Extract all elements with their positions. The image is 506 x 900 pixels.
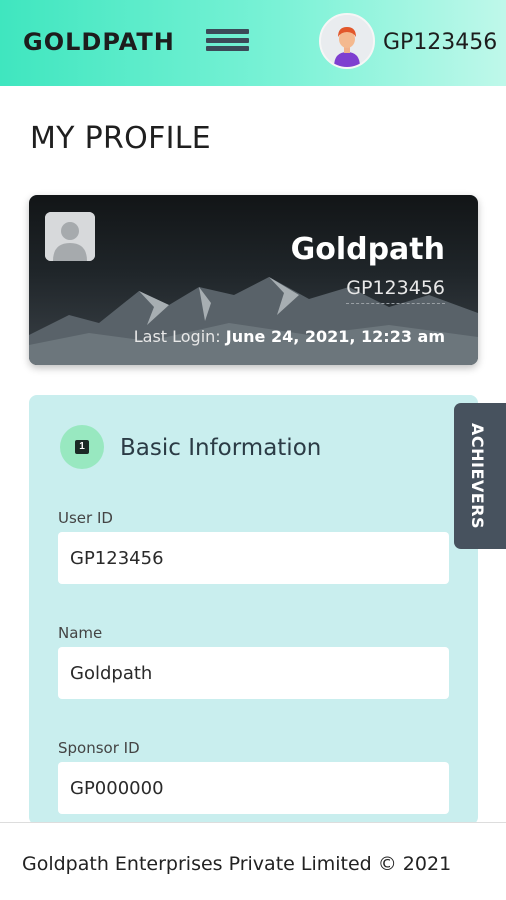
last-login: Last Login: June 24, 2021, 12:23 am: [134, 327, 445, 346]
footer: Goldpath Enterprises Private Limited © 2…: [0, 822, 506, 900]
name-field[interactable]: Goldpath: [58, 647, 449, 699]
user-id-field[interactable]: GP123456: [58, 532, 449, 584]
footer-copyright: Goldpath Enterprises Private Limited © 2…: [22, 853, 452, 875]
page-title: MY PROFILE: [30, 121, 212, 156]
profile-avatar-icon: [45, 212, 95, 261]
section-title: Basic Information: [120, 435, 322, 461]
menu-icon[interactable]: [206, 29, 249, 57]
profile-user-id: GP123456: [346, 277, 445, 304]
top-bar: GOLDPATH GP123456: [0, 0, 506, 86]
user-code[interactable]: GP123456: [383, 30, 497, 55]
last-login-value: June 24, 2021, 12:23 am: [225, 327, 445, 346]
user-avatar[interactable]: [319, 13, 375, 69]
brand-logo-text[interactable]: GOLDPATH: [23, 28, 175, 56]
step-number: 1: [75, 440, 89, 454]
last-login-label: Last Login:: [133, 327, 221, 346]
profile-name: Goldpath: [290, 232, 445, 267]
name-label: Name: [58, 624, 103, 642]
sponsor-id-field[interactable]: GP000000: [58, 762, 449, 814]
user-id-label: User ID: [58, 509, 113, 527]
achievers-tab[interactable]: ACHIEVERS: [454, 403, 506, 549]
step-badge: 1: [60, 425, 104, 469]
basic-information-panel: 1 Basic Information User ID GP123456 Nam…: [29, 395, 478, 825]
user-avatar-icon: [321, 15, 373, 67]
sponsor-id-label: Sponsor ID: [58, 739, 140, 757]
profile-card: Goldpath GP123456 Last Login: June 24, 2…: [29, 195, 478, 365]
achievers-tab-label: ACHIEVERS: [468, 423, 487, 530]
